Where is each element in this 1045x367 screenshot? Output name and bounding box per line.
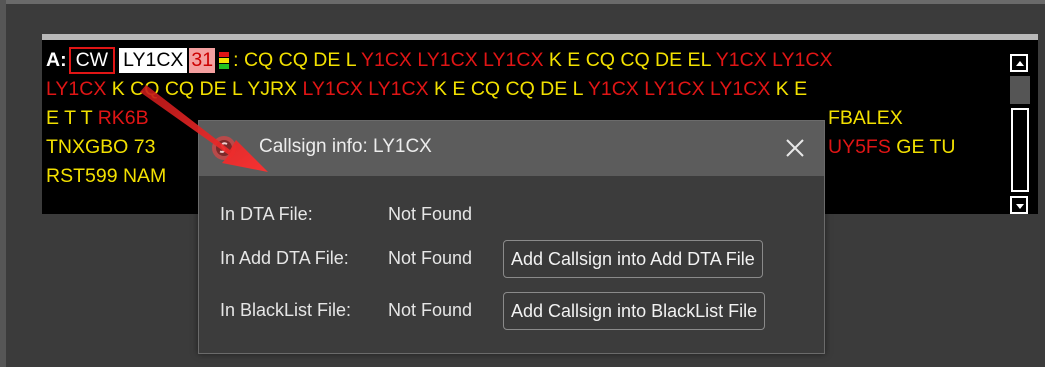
add-dta-file-value: Not Found (388, 248, 473, 268)
mode-prefix: A: (46, 49, 67, 71)
decoded-text: K E CQ CQ DE L (428, 78, 588, 100)
scroll-down-button[interactable] (1010, 196, 1028, 214)
dialog-title: Callsign info: LY1CX (259, 136, 432, 157)
decoded-text: K E CQ CQ DE EL (543, 49, 716, 71)
add-to-add-dta-button[interactable]: Add Callsign into Add DTA File (503, 240, 763, 278)
callsign-highlight-text[interactable]: Y1CX LY1CX (716, 49, 833, 71)
add-dta-file-label: In Add DTA File: (220, 248, 349, 268)
decoded-text: E T T (46, 107, 98, 129)
callsign-highlight-text[interactable]: RK6B (98, 107, 149, 129)
dta-file-label: In DTA File: (220, 204, 313, 224)
scroll-up-arrow-icon (1016, 61, 1024, 66)
signal-meter-icon (219, 51, 230, 70)
decoded-text: RST599 NAM (46, 165, 167, 187)
decode-line-1: A: CW LY1CX 31 : CQ CQ DE L Y1CX LY1CX LY1CX… (46, 46, 996, 75)
callsign-badge[interactable]: LY1CX (119, 48, 188, 74)
decoded-text: : CQ CQ DE L (233, 49, 361, 71)
blacklist-file-value: Not Found (388, 300, 473, 320)
callsign-highlight-text[interactable]: Y1CX LY1CX LY1CX (361, 49, 543, 71)
callsign-info-dialog: Callsign info: LY1CX In DTA File: Not Fo… (198, 120, 825, 354)
callsign-highlight-text[interactable]: Y1CX LY1CX LY1CX (588, 78, 770, 100)
app-logo-icon (212, 136, 236, 160)
decoded-text: FBALEX (828, 107, 903, 129)
snr-badge: 31 (189, 48, 216, 74)
scroll-track[interactable] (1011, 108, 1029, 192)
decoded-text: K CQ CQ DE L YJRX (106, 78, 303, 100)
decoded-text: GE TU (890, 136, 956, 158)
window-left-border (0, 0, 6, 367)
decode-scrollbar[interactable] (1010, 54, 1030, 214)
blacklist-file-row: In BlackList File: Not Found Add Callsig… (220, 292, 810, 332)
decode-text-run: : CQ CQ DE L Y1CX LY1CX LY1CX K E CQ CQ … (233, 49, 832, 71)
decode-line-2: LY1CX K CQ CQ DE L YJRX LY1CX LY1CX K E … (46, 75, 996, 104)
dialog-title-bar[interactable]: Callsign info: LY1CX (199, 121, 824, 176)
decoded-text: TNXGBO 73 (46, 136, 156, 158)
add-dta-file-row: In Add DTA File: Not Found Add Callsign … (220, 240, 810, 280)
close-icon[interactable] (784, 137, 806, 159)
decoded-text: K E (770, 78, 808, 100)
blacklist-file-label: In BlackList File: (220, 300, 352, 320)
mode-badge[interactable]: CW (68, 47, 116, 75)
scroll-down-arrow-icon (1016, 204, 1024, 209)
dta-file-value: Not Found (388, 204, 473, 224)
window-top-border (0, 0, 1045, 4)
scroll-up-button[interactable] (1010, 54, 1028, 72)
callsign-highlight-text[interactable]: UY5FS (828, 136, 891, 158)
callsign-highlight-text[interactable]: LY1CX LY1CX (302, 78, 428, 100)
scroll-thumb[interactable] (1010, 76, 1030, 104)
dta-file-row: In DTA File: Not Found (220, 196, 810, 236)
add-to-blacklist-button[interactable]: Add Callsign into BlackList File (503, 292, 766, 330)
callsign-highlight-text[interactable]: LY1CX (46, 78, 106, 100)
